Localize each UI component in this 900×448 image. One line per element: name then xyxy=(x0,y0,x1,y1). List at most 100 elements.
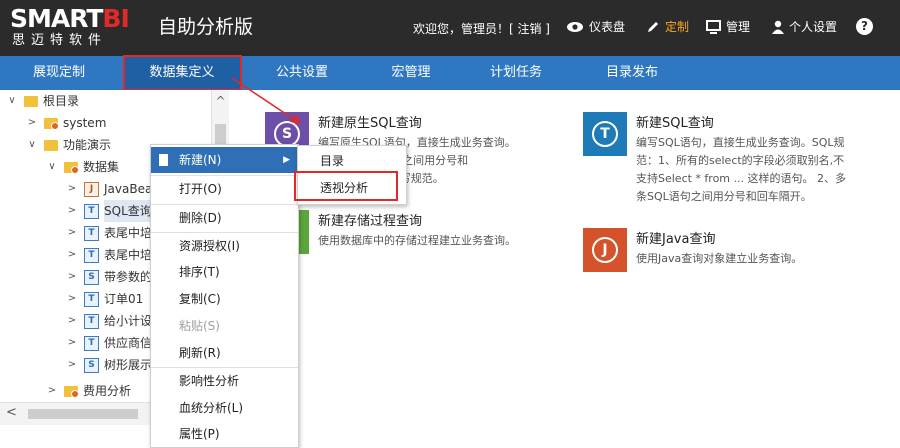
sql-query-icon: T xyxy=(583,112,627,156)
customize-label: 定制 xyxy=(665,20,690,34)
menu-item-new[interactable]: 新建(N) ▶ xyxy=(151,147,298,173)
tree-node-subtotal[interactable]: > T 给小计设 xyxy=(66,310,152,332)
document-icon xyxy=(159,154,168,166)
menu-item-properties[interactable]: 属性(P) xyxy=(151,421,298,447)
tree-node-footer-2[interactable]: > T 表尾中培 xyxy=(66,244,152,266)
tree-node-order01[interactable]: > T 订单01 xyxy=(66,288,143,310)
card-new-sql[interactable]: T 新建SQL查询 编写SQL语句，直接生成业务查询。SQL规 范：1、所有的s… xyxy=(583,112,883,222)
folder-icon xyxy=(24,95,38,107)
tree-node-system[interactable]: > system xyxy=(26,112,107,134)
top-bar: SMARTBI 思迈特软件 自助分析版 欢迎您，管理员！[ 注销 ] 仪表盘 定… xyxy=(0,0,900,56)
expand-icon[interactable]: > xyxy=(26,112,38,134)
expand-icon[interactable]: > xyxy=(66,200,78,222)
tree-node-label: 供应商信 xyxy=(104,336,153,350)
scroll-up-icon[interactable]: ^ xyxy=(212,94,229,108)
folder-icon xyxy=(64,385,79,398)
scroll-thumb[interactable] xyxy=(28,409,138,419)
context-menu: 新建(N) ▶ 打开(O) 删除(D) 资源授权(I) 排序(T) 复制(C) … xyxy=(150,144,299,448)
expand-icon[interactable]: > xyxy=(66,354,78,376)
customize-link[interactable]: 定制 xyxy=(646,18,689,35)
query-icon: T xyxy=(84,203,99,219)
tree-node-label: 订单01 xyxy=(104,292,144,306)
card-title: 新建原生SQL查询 xyxy=(318,116,422,131)
card-new-stored-procedure[interactable]: 新建存储过程查询 使用数据库中的存储过程建立业务查询。 xyxy=(265,210,565,260)
card-title: 新建SQL查询 xyxy=(636,116,714,131)
submenu-arrow-icon: ▶ xyxy=(283,155,290,165)
menu-item-authorize[interactable]: 资源授权(I) xyxy=(151,233,298,259)
tree-node-demo[interactable]: ∨ 功能演示 xyxy=(26,134,111,156)
tree-node-label: 带参数的 xyxy=(104,270,153,284)
expand-icon[interactable]: > xyxy=(66,222,78,244)
tree-node-label: 功能演示 xyxy=(63,138,112,152)
monitor-icon xyxy=(706,19,721,34)
nav-display-customize[interactable]: 展现定制 xyxy=(0,56,118,90)
dataset-define-highlight xyxy=(123,55,242,91)
expand-icon[interactable]: > xyxy=(66,310,78,332)
card-title: 新建Java查询 xyxy=(636,232,716,247)
tree-node-footer-1[interactable]: > T 表尾中培 xyxy=(66,222,152,244)
sql-query-icon: S xyxy=(84,357,99,373)
tree-node-sql-query[interactable]: > T SQL查询 xyxy=(66,200,152,222)
query-icon: T xyxy=(84,313,99,329)
folder-icon xyxy=(44,117,59,130)
menu-item-copy[interactable]: 复制(C) xyxy=(151,286,298,312)
tree-node-label: 数据集 xyxy=(83,160,120,174)
card-new-java[interactable]: J 新建Java查询 使用Java查询对象建立业务查询。 xyxy=(583,228,883,278)
smartbi-logo: SMARTBI 思迈特软件 xyxy=(10,6,142,50)
scroll-left-icon[interactable]: < xyxy=(6,405,17,420)
expand-icon[interactable]: > xyxy=(66,244,78,266)
tree-node-label: SQL查询 xyxy=(104,200,152,222)
collapse-icon[interactable]: ∨ xyxy=(26,134,38,156)
pencil-icon xyxy=(648,21,658,32)
tree-node-dataset[interactable]: ∨ 数据集 xyxy=(46,156,119,178)
menu-item-impact-analysis[interactable]: 影响性分析 xyxy=(151,368,298,394)
menu-item-refresh[interactable]: 刷新(R) xyxy=(151,340,298,366)
menu-item-open[interactable]: 打开(O) xyxy=(151,176,298,202)
tree-node-label: 表尾中培 xyxy=(104,248,153,262)
expand-icon[interactable]: > xyxy=(66,178,78,200)
content-area: S 新建原生SQL查询 编写原生SQL语句，直接生成业务查询。 L语句之间用分号… xyxy=(229,90,900,424)
sql-query-icon: S xyxy=(84,269,99,285)
java-query-icon: J xyxy=(84,181,99,197)
tree-node-label: 给小计设 xyxy=(104,314,153,328)
tree-node-javabean[interactable]: > J JavaBea xyxy=(66,178,152,200)
menu-item-lineage-analysis[interactable]: 血统分析(L) xyxy=(151,395,298,421)
tree-node-label: 费用分析 xyxy=(83,384,132,398)
tree-node-cost-analysis[interactable]: > 费用分析 xyxy=(46,380,131,402)
personal-settings-link[interactable]: 个人设置 xyxy=(772,18,837,35)
collapse-icon[interactable]: ∨ xyxy=(46,156,58,178)
logo-subtitle: 思迈特软件 xyxy=(12,33,108,48)
tree-node-tree-display[interactable]: > S 树形展示 xyxy=(66,354,152,376)
nav-macro-manage[interactable]: 宏管理 xyxy=(366,56,456,90)
expand-icon[interactable]: > xyxy=(46,380,58,402)
app-title: 自助分析版 xyxy=(158,16,254,38)
nav-scheduled-tasks[interactable]: 计划任务 xyxy=(470,56,562,90)
nav-public-settings[interactable]: 公共设置 xyxy=(248,56,356,90)
card-desc: 使用Java查询对象建立业务查询。 xyxy=(636,252,803,265)
expand-icon[interactable]: > xyxy=(66,266,78,288)
help-icon[interactable]: ? xyxy=(856,18,873,35)
tree-node-root[interactable]: ∨ 根目录 xyxy=(6,90,79,112)
tree-node-label: 表尾中培 xyxy=(104,226,153,240)
eye-icon xyxy=(567,21,583,32)
menu-item-delete[interactable]: 删除(D) xyxy=(151,205,298,231)
query-icon: T xyxy=(84,247,99,263)
folder-icon xyxy=(44,139,58,151)
tree-node-label: JavaBea xyxy=(104,182,153,196)
expand-icon[interactable]: > xyxy=(66,332,78,354)
card-desc: 使用数据库中的存储过程建立业务查询。 xyxy=(318,234,516,247)
card-title: 新建存储过程查询 xyxy=(318,214,423,229)
manage-link[interactable]: 管理 xyxy=(706,18,750,35)
nav-catalog-publish[interactable]: 目录发布 xyxy=(586,56,678,90)
menu-item-sort[interactable]: 排序(T) xyxy=(151,259,298,285)
tree-node-supplier[interactable]: > T 供应商信 xyxy=(66,332,152,354)
menu-item-paste[interactable]: 粘贴(S) xyxy=(151,313,298,339)
expand-icon[interactable]: > xyxy=(66,288,78,310)
dashboard-link[interactable]: 仪表盘 xyxy=(566,18,625,35)
logo-brand-b: BI xyxy=(102,4,129,33)
tree-node-with-params[interactable]: > S 带参数的 xyxy=(66,266,152,288)
tree-node-label: 根目录 xyxy=(43,94,80,108)
personal-settings-label: 个人设置 xyxy=(789,20,838,34)
welcome-text[interactable]: 欢迎您，管理员！[ 注销 ] xyxy=(413,20,550,37)
collapse-icon[interactable]: ∨ xyxy=(6,90,18,112)
